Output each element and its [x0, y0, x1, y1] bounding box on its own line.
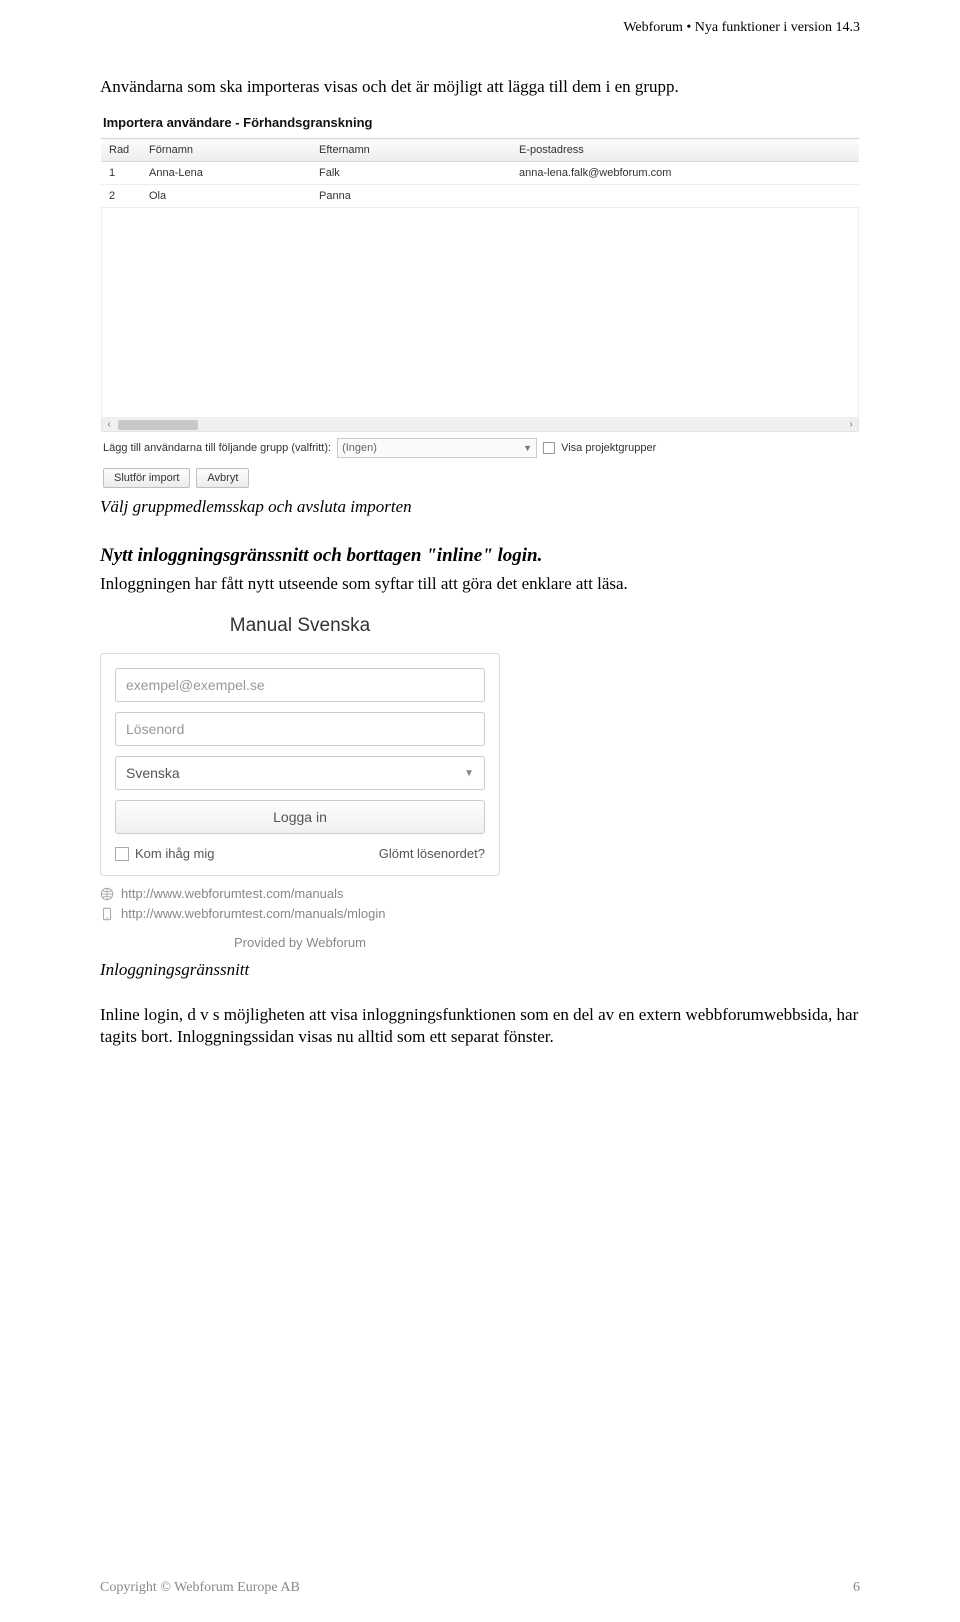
email-field[interactable]: exempel@exempel.se — [115, 668, 485, 702]
header-text: Webforum • Nya funktioner i version 14.3 — [623, 20, 860, 35]
paragraph-2: Inloggningen har fått nytt utseende som … — [100, 573, 860, 595]
web-link-row: http://www.webforumtest.com/manuals — [100, 886, 500, 901]
language-value: Svenska — [126, 765, 180, 781]
provided-by-text: Provided by Webforum — [100, 935, 500, 950]
cell-epost — [511, 185, 859, 208]
login-links: http://www.webforumtest.com/manuals http… — [100, 886, 500, 921]
mobile-icon — [100, 907, 114, 921]
table-row[interactable]: 2 Ola Panna — [101, 185, 859, 208]
page-number: 6 — [853, 1580, 860, 1596]
group-selector-row: Lägg till användarna till följande grupp… — [101, 432, 859, 464]
remember-me-label: Kom ihåg mig — [135, 846, 214, 861]
chevron-down-icon: ▼ — [523, 443, 532, 453]
checkbox-label: Visa projektgrupper — [561, 442, 656, 454]
col-header-efternamn[interactable]: Efternamn — [311, 139, 511, 162]
caption-1: Välj gruppmedlemsskap och avsluta import… — [100, 497, 860, 517]
chevron-down-icon: ▼ — [464, 768, 474, 779]
table-row[interactable]: 1 Anna-Lena Falk anna-lena.falk@webforum… — [101, 162, 859, 185]
copyright-text: Copyright © Webforum Europe AB — [100, 1580, 300, 1596]
group-combobox[interactable]: (Ingen) ▼ — [337, 438, 537, 458]
email-placeholder: exempel@exempel.se — [126, 677, 265, 693]
users-table: Rad Förnamn Efternamn E-postadress 1 Ann… — [101, 138, 859, 208]
cell-fornamn: Anna-Lena — [141, 162, 311, 185]
login-box: exempel@exempel.se Lösenord Svenska ▼ Lo… — [100, 653, 500, 876]
web-link-text[interactable]: http://www.webforumtest.com/manuals — [121, 886, 344, 901]
caption-2: Inloggningsgränssnitt — [100, 960, 860, 980]
cell-efternamn: Falk — [311, 162, 511, 185]
screenshot-title: Importera användare - Förhandsgranskning — [101, 109, 859, 138]
horizontal-scrollbar[interactable]: ‹ › — [101, 418, 859, 432]
empty-table-area — [101, 208, 859, 418]
password-field[interactable]: Lösenord — [115, 712, 485, 746]
show-project-groups-checkbox[interactable] — [543, 442, 555, 454]
page-footer: Copyright © Webforum Europe AB 6 — [0, 1580, 960, 1596]
col-header-rad[interactable]: Rad — [101, 139, 141, 162]
intro-paragraph: Användarna som ska importeras visas och … — [100, 76, 860, 98]
finish-import-button[interactable]: Slutför import — [103, 468, 190, 488]
login-button[interactable]: Logga in — [115, 800, 485, 834]
col-header-fornamn[interactable]: Förnamn — [141, 139, 311, 162]
mobile-link-row: http://www.webforumtest.com/manuals/mlog… — [100, 906, 500, 921]
scroll-thumb[interactable] — [118, 420, 198, 430]
col-header-epost[interactable]: E-postadress — [511, 139, 859, 162]
cancel-button[interactable]: Avbryt — [196, 468, 249, 488]
cell-rad: 1 — [101, 162, 141, 185]
section-heading: Nytt inloggningsgränssnitt och borttagen… — [100, 545, 860, 567]
language-select[interactable]: Svenska ▼ — [115, 756, 485, 790]
mobile-link-text[interactable]: http://www.webforumtest.com/manuals/mlog… — [121, 906, 385, 921]
cell-rad: 2 — [101, 185, 141, 208]
forgot-password-link[interactable]: Glömt lösenordet? — [379, 846, 485, 861]
combo-value: (Ingen) — [342, 442, 377, 454]
content: Användarna som ska importeras visas och … — [0, 36, 960, 1048]
scroll-left-icon[interactable]: ‹ — [102, 418, 116, 432]
globe-icon — [100, 887, 114, 901]
cell-efternamn: Panna — [311, 185, 511, 208]
login-options-row: Kom ihåg mig Glömt lösenordet? — [115, 844, 485, 861]
screenshot-import-users: Importera användare - Förhandsgranskning… — [100, 108, 860, 491]
login-title: Manual Svenska — [100, 607, 500, 653]
screenshot-login: Manual Svenska exempel@exempel.se Löseno… — [100, 607, 500, 950]
page-header: Webforum • Nya funktioner i version 14.3 — [0, 0, 960, 36]
cell-epost: anna-lena.falk@webforum.com — [511, 162, 859, 185]
password-placeholder: Lösenord — [126, 721, 184, 737]
remember-me-checkbox[interactable] — [115, 847, 129, 861]
paragraph-3: Inline login, d v s möjligheten att visa… — [100, 1004, 860, 1048]
group-label: Lägg till användarna till följande grupp… — [103, 442, 331, 454]
scroll-right-icon[interactable]: › — [844, 418, 858, 432]
cell-fornamn: Ola — [141, 185, 311, 208]
